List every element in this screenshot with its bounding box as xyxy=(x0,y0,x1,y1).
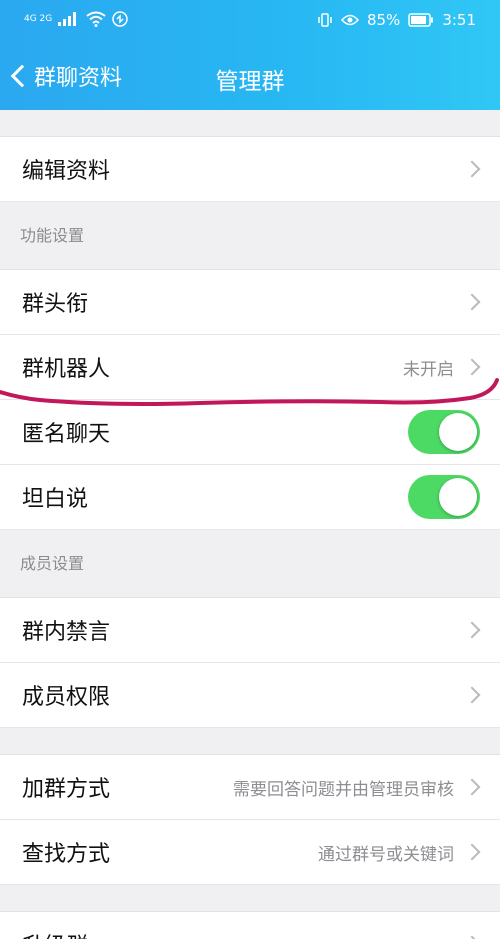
chevron-right-icon xyxy=(463,843,481,861)
row-value: 需要回答问题并由管理员审核 xyxy=(233,779,454,800)
clock: 3:51 xyxy=(442,11,476,29)
status-bar: 4G 2G 85% 3:51 xyxy=(0,0,500,40)
chevron-right-icon xyxy=(463,621,481,639)
chevron-right-icon xyxy=(463,293,481,311)
data-saver-icon xyxy=(112,11,129,27)
settings-list: 编辑资料 功能设置 群头衔 群机器人 未开启 匿名聊天 坦白说 成员设置 群内禁… xyxy=(0,110,500,939)
row-label: 加群方式 xyxy=(22,777,111,802)
toggle-knob xyxy=(439,413,477,451)
row-label: 匿名聊天 xyxy=(22,422,111,447)
battery-icon xyxy=(408,13,434,27)
row-label: 群内禁言 xyxy=(22,620,111,645)
chevron-right-icon xyxy=(463,358,481,376)
row-label: 编辑资料 xyxy=(22,159,111,184)
join-method-row[interactable]: 加群方式 需要回答问题并由管理员审核 xyxy=(0,755,500,820)
row-label: 群机器人 xyxy=(22,357,111,382)
row-label: 坦白说 xyxy=(22,487,89,512)
section-gap xyxy=(0,110,500,137)
anonymous-chat-row: 匿名聊天 xyxy=(0,400,500,465)
wifi-icon xyxy=(86,11,106,27)
chevron-right-icon xyxy=(463,686,481,704)
tanbaishuo-row: 坦白说 xyxy=(0,465,500,530)
row-label: 群头衔 xyxy=(22,292,89,317)
group-title-row[interactable]: 群头衔 xyxy=(0,270,500,335)
chevron-right-icon xyxy=(463,935,481,939)
anonymous-chat-toggle[interactable] xyxy=(408,410,480,454)
chevron-right-icon xyxy=(463,778,481,796)
battery-percent: 85% xyxy=(366,11,401,29)
row-value: 通过群号或关键词 xyxy=(318,844,454,865)
member-permission-row[interactable]: 成员权限 xyxy=(0,663,500,728)
nav-bar: 群聊资料 管理群 xyxy=(0,48,500,106)
search-method-row[interactable]: 查找方式 通过群号或关键词 xyxy=(0,820,500,885)
signal-icon xyxy=(58,12,77,26)
header: 4G 2G 85% 3:51 群聊资料 管理群 xyxy=(0,0,500,110)
row-value: 未开启 xyxy=(403,359,454,380)
group-mute-row[interactable]: 群内禁言 xyxy=(0,598,500,663)
edit-profile-row[interactable]: 编辑资料 xyxy=(0,137,500,202)
vibrate-icon xyxy=(318,13,332,27)
upgrade-group-row[interactable]: 升级群 xyxy=(0,912,500,939)
section-gap xyxy=(0,885,500,912)
section-member-settings: 成员设置 xyxy=(0,530,500,598)
group-robot-row[interactable]: 群机器人 未开启 xyxy=(0,335,500,400)
row-label: 升级群 xyxy=(22,928,88,939)
chevron-right-icon xyxy=(463,160,481,178)
section-function-settings: 功能设置 xyxy=(0,202,500,270)
row-label: 成员权限 xyxy=(22,685,111,710)
section-gap xyxy=(0,728,500,755)
page-title: 管理群 xyxy=(215,69,285,95)
eye-icon xyxy=(340,14,359,26)
signal-text: 4G 2G xyxy=(24,13,53,24)
tanbaishuo-toggle[interactable] xyxy=(408,475,480,519)
row-label: 查找方式 xyxy=(22,842,111,867)
toggle-knob xyxy=(439,478,477,516)
